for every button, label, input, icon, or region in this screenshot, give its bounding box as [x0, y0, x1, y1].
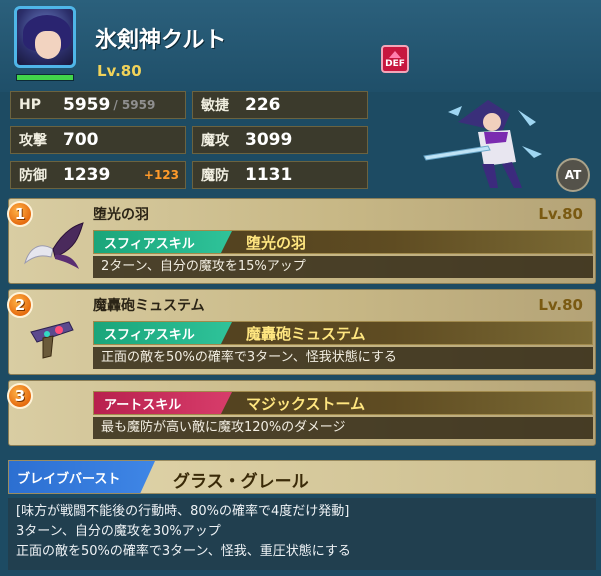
brave-burst-description: [味方が戦闘不能後の行動時、80%の確率で4度だけ発動] 3ターン、自分の魔攻を…: [8, 498, 596, 570]
sprite-hair: [458, 100, 510, 132]
skill-tag-bar: スフィアスキル 堕光の羽: [93, 230, 593, 254]
stat-label: 敏捷: [201, 98, 229, 114]
stat-value: 1239: [63, 165, 111, 185]
unit-avatar[interactable]: [14, 6, 76, 68]
hp-bar-fill: [17, 75, 73, 80]
def-up-buff-icon: DEF: [381, 45, 409, 73]
character-sprite: [423, 100, 542, 188]
stat-max: / 5959: [113, 98, 156, 112]
sprite-head: [483, 113, 501, 131]
stat-label: 魔防: [201, 168, 229, 184]
skill-level: Lv.80: [538, 296, 583, 314]
skill-number-badge: 3: [7, 383, 33, 409]
brave-burst-line: 3ターン、自分の魔攻を30%アップ: [16, 524, 221, 539]
unit-level: Lv.80: [97, 62, 142, 80]
stat-value: 3099: [245, 130, 293, 150]
skill-sub-name: マジックストーム: [246, 395, 366, 413]
skill-level: Lv.80: [538, 205, 583, 223]
brave-burst-name: グラス・グレール: [173, 472, 309, 492]
unit-name: 氷剣神クルト: [95, 28, 227, 53]
brave-burst-tag: ブレイブバースト: [9, 461, 155, 493]
skill-sub-name: 堕光の羽: [246, 234, 307, 252]
stat-defense: 防御 1239 +123: [10, 161, 186, 189]
skill-tag-bar: スフィアスキル 魔轟砲ミュステム: [93, 321, 593, 345]
sprite-ice-shard: [448, 106, 462, 116]
sphere-skill-tag: スフィアスキル: [94, 231, 232, 253]
skill-description: 2ターン、自分の魔攻を15%アップ: [93, 256, 593, 278]
brave-burst-line: [味方が戦闘不能後の行動時、80%の確率で4度だけ発動]: [16, 504, 350, 519]
sprite-sword: [423, 145, 491, 161]
skill-sub-name: 魔轟砲ミュステム: [246, 325, 366, 343]
stat-hp: HP 5959 / 5959: [10, 91, 186, 119]
stat-bonus: +123: [143, 168, 179, 182]
sprite-ice-shard: [518, 110, 536, 126]
buff-badge-label: DEF: [385, 59, 405, 69]
stat-attack: 攻撃 700: [10, 126, 186, 154]
stat-value: 226: [245, 95, 281, 115]
hp-bar: [16, 74, 74, 81]
skill-description: 正面の敵を50%の確率で3ターン、怪我状態にする: [93, 347, 593, 369]
skill-tag-bar: アートスキル マジックストーム: [93, 391, 593, 415]
up-arrow-icon: [389, 51, 401, 58]
stat-value: 700: [63, 130, 99, 150]
brave-burst-panel[interactable]: ブレイブバースト グラス・グレール [味方が戦闘不能後の行動時、80%の確率で4…: [8, 460, 596, 572]
brave-burst-header: ブレイブバースト グラス・グレール: [8, 460, 596, 494]
sprite-leg: [502, 162, 522, 188]
skill-name: 堕光の羽: [93, 207, 149, 223]
stat-label: 攻撃: [19, 133, 47, 149]
sprite-leg: [482, 164, 498, 188]
brave-burst-line: 正面の敵を50%の確率で3ターン、怪我、重圧状態にする: [16, 544, 351, 559]
skill-name: 魔轟砲ミュステム: [93, 298, 205, 314]
wing-icon: [24, 222, 84, 269]
sphere-skill-tag: スフィアスキル: [94, 322, 232, 344]
skill-description: 最も魔防が高い敵に魔攻120%のダメージ: [93, 417, 593, 439]
art-skill-tag: アートスキル: [94, 392, 232, 414]
stat-magic-attack: 魔攻 3099: [192, 126, 368, 154]
stat-value: 5959: [63, 95, 111, 115]
gun-icon: [30, 321, 74, 359]
skill-panel-3[interactable]: 3 アートスキル マジックストーム 最も魔防が高い敵に魔攻120%のダメージ: [7, 380, 596, 446]
at-button[interactable]: AT: [556, 158, 590, 192]
sprite-ice-shard: [522, 146, 542, 158]
skill-panel-2[interactable]: 2 魔轟砲ミュステム Lv.80 スフィアスキル 魔轟砲ミュステム 正面の敵を5…: [7, 289, 596, 375]
stat-label: 魔攻: [201, 133, 229, 149]
avatar-face: [35, 31, 61, 59]
stat-value: 1131: [245, 165, 293, 185]
stat-label: 防御: [19, 168, 47, 184]
skill-panel-1[interactable]: 1 堕光の羽 Lv.80 スフィアスキル 堕光の羽 2ターン、自分の魔攻を15%…: [7, 198, 596, 284]
stat-label: HP: [19, 97, 41, 113]
unit-header: 氷剣神クルト Lv.80 DEF: [0, 0, 601, 92]
stat-magic-defense: 魔防 1131: [192, 161, 368, 189]
stat-agility: 敏捷 226: [192, 91, 368, 119]
